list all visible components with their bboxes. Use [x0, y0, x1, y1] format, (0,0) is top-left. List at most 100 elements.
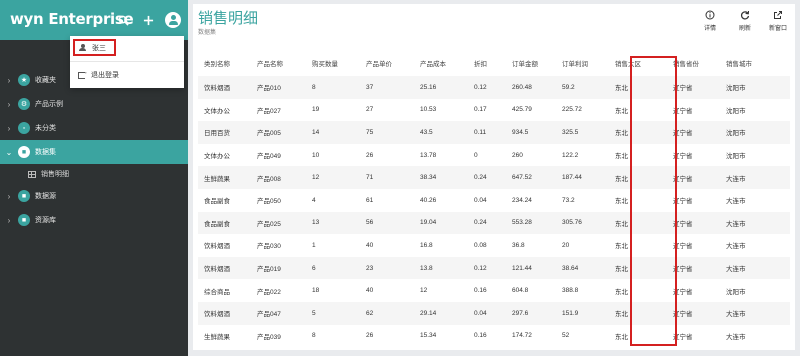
table-cell: 40 — [366, 241, 374, 249]
chevron-down-icon[interactable]: ⌄ — [0, 148, 18, 157]
table-cell: 27 — [366, 106, 374, 114]
table-cell: 大连市 — [726, 243, 746, 251]
table-cell: 10 — [312, 151, 320, 159]
table-row[interactable]: 饮料烟酒 产品010 8 37 25.16 0.12 260.48 59.2 东北 辽宁省 沈阳市 — [198, 76, 790, 99]
table-row[interactable]: 生鲜蔬果 产品039 8 26 15.34 0.16 174.72 52 东北 辽宁省 大连市 — [198, 324, 790, 348]
table-cell: 沈阳市 — [726, 107, 746, 115]
new-window-button[interactable]: 新窗口 — [763, 10, 793, 32]
table-cell: 12 — [420, 287, 428, 295]
table-cell: 沈阳市 — [726, 130, 746, 138]
table-row[interactable]: 文体办公 产品027 19 27 10.53 0.17 425.79 225.72 东北 辽宁省 沈… — [198, 98, 790, 122]
table-cell: 38.34 — [420, 174, 437, 182]
table-cell: 260.48 — [512, 83, 532, 91]
sidebar-item-2[interactable]: › ▫ 未分类 — [0, 116, 188, 140]
column-header[interactable]: 订单利润 — [556, 50, 609, 76]
table-cell: 沈阳市 — [726, 153, 746, 161]
column-header[interactable]: 销售城市 — [720, 50, 790, 76]
sidebar-item-label: 数据源 — [35, 193, 56, 200]
table-cell: 饮料烟酒 — [204, 243, 230, 251]
table-cell: 8 — [312, 83, 316, 91]
table-cell: 食品副食 — [204, 220, 230, 228]
search-icon[interactable] — [115, 12, 131, 28]
column-header[interactable]: 折扣 — [468, 50, 506, 76]
table-cell: 29.14 — [420, 309, 437, 317]
menu-divider — [70, 61, 184, 62]
column-header[interactable]: 订单金额 — [506, 50, 556, 76]
refresh-icon — [730, 10, 760, 23]
table-cell: 14 — [312, 128, 320, 136]
table-row[interactable]: 日用百货 产品005 14 75 43.5 0.11 934.5 325.5 东北 辽宁省 沈阳市 — [198, 121, 790, 144]
sidebar-subitem-sales-detail[interactable]: 销售明细 — [0, 164, 188, 184]
folder-icon: ■ — [18, 190, 30, 202]
table-cell: 东北 — [615, 175, 628, 183]
table-row[interactable]: 食品副食 产品050 4 61 40.26 0.04 234.24 73.2 东北 辽宁省 大连市 — [198, 188, 790, 212]
sidebar-item-3[interactable]: ⌄ ■ 数据集 — [0, 140, 188, 164]
table-cell: 文体办公 — [204, 107, 230, 115]
sidebar-item-4[interactable]: › ■ 数据源 — [0, 184, 188, 208]
refresh-label: 刷新 — [738, 26, 751, 32]
table-cell: 388.8 — [562, 287, 579, 295]
table-row[interactable]: 饮料烟酒 产品047 5 62 29.14 0.04 297.6 151.9 东北 辽宁省 大连市 — [198, 301, 790, 325]
gear-icon: ⚙ — [18, 98, 30, 110]
column-header[interactable]: 购买数量 — [306, 50, 360, 76]
table-cell: 东北 — [615, 288, 628, 296]
chevron-right-icon[interactable]: › — [0, 100, 18, 109]
table-cell: 文体办公 — [204, 153, 230, 161]
table-cell: 东北 — [615, 266, 628, 274]
table-cell: 4 — [312, 196, 316, 204]
table-row[interactable]: 饮料烟酒 产品019 6 23 13.8 0.12 121.44 38.64 东北 辽宁省 大连市 — [198, 256, 790, 280]
logout-menu-item[interactable]: 退出登录 — [78, 69, 119, 80]
table-cell: 75 — [366, 128, 374, 136]
table-cell: 辽宁省 — [673, 85, 693, 93]
sidebar-item-1[interactable]: › ⚙ 产品示例 — [0, 92, 188, 116]
column-header[interactable]: 产品成本 — [414, 50, 468, 76]
table-cell: 37 — [366, 83, 374, 91]
table-cell: 东北 — [615, 153, 628, 161]
details-button[interactable]: 详情 — [695, 10, 725, 32]
logout-label: 退出登录 — [91, 72, 119, 79]
table-cell: 0.24 — [474, 219, 487, 227]
chevron-right-icon[interactable]: › — [0, 76, 18, 85]
page-title: 销售明细 — [198, 10, 259, 27]
table-cell: 13.78 — [420, 151, 437, 159]
user-menu-username[interactable]: 张三 — [73, 39, 116, 56]
external-link-icon — [763, 10, 793, 23]
column-header[interactable]: 销售大区 — [609, 50, 667, 76]
table-cell: 40.26 — [420, 196, 437, 204]
table-cell: 6 — [312, 264, 316, 272]
sidebar-header: wyn Enterprise — [0, 0, 188, 40]
username-label: 张三 — [92, 44, 106, 52]
chevron-right-icon[interactable]: › — [0, 216, 18, 225]
refresh-button[interactable]: 刷新 — [730, 10, 760, 32]
table-cell: 8 — [312, 332, 316, 340]
chevron-right-icon[interactable]: › — [0, 124, 18, 133]
table-cell: 辽宁省 — [673, 153, 693, 161]
column-header[interactable]: 产品名称 — [251, 50, 306, 76]
table-row[interactable]: 食品副食 产品025 13 56 19.04 0.24 553.28 305.76 东北 辽宁省 大… — [198, 211, 790, 235]
sidebar-item-5[interactable]: › ■ 资源库 — [0, 208, 188, 232]
user-menu: 张三 退出登录 — [70, 36, 184, 88]
column-header[interactable]: 类别名称 — [198, 50, 251, 76]
table-cell: 产品022 — [257, 288, 281, 296]
new-window-label: 新窗口 — [768, 26, 787, 32]
table-cell: 大连市 — [726, 333, 746, 341]
table-cell: 61 — [366, 196, 374, 204]
table-row[interactable]: 综合商品 产品022 18 40 12 0.16 604.8 388.8 东北 辽宁省 沈阳市 — [198, 279, 790, 302]
table-cell: 151.9 — [562, 309, 579, 317]
table-cell: 产品008 — [257, 175, 281, 183]
plus-icon[interactable] — [140, 12, 156, 28]
column-header[interactable]: 销售省份 — [667, 50, 720, 76]
data-table: 类别名称 产品名称 购买数量 产品单价 产品成本 折扣 订单金额 订单利润 销售大区 销售省份 销售… — [198, 50, 790, 348]
column-header[interactable]: 产品单价 — [360, 50, 414, 76]
sidebar-item-label: 收藏夹 — [35, 77, 56, 84]
table-row[interactable]: 饮料烟酒 产品030 1 40 16.8 0.08 36.8 20 东北 辽宁省 大连市 — [198, 234, 790, 257]
main-panel: 销售明细 数据集 详情 刷新 新窗口 类别名称 产品名称 购买数量 产品单价 产品成本折… — [193, 4, 795, 350]
table-row[interactable]: 生鲜蔬果 产品008 12 71 38.34 0.24 647.52 187.44 东北 辽宁省 大… — [198, 166, 790, 189]
table-cell: 553.28 — [512, 219, 532, 227]
chevron-right-icon[interactable]: › — [0, 192, 18, 201]
table-row[interactable]: 文体办公 产品049 10 26 13.78 0 260 122.2 东北 辽宁省 沈阳市 — [198, 143, 790, 167]
table-cell: 大连市 — [726, 266, 746, 274]
table-cell: 325.5 — [562, 128, 579, 136]
user-circle-icon[interactable] — [165, 12, 181, 28]
table-cell: 0.12 — [474, 264, 487, 272]
